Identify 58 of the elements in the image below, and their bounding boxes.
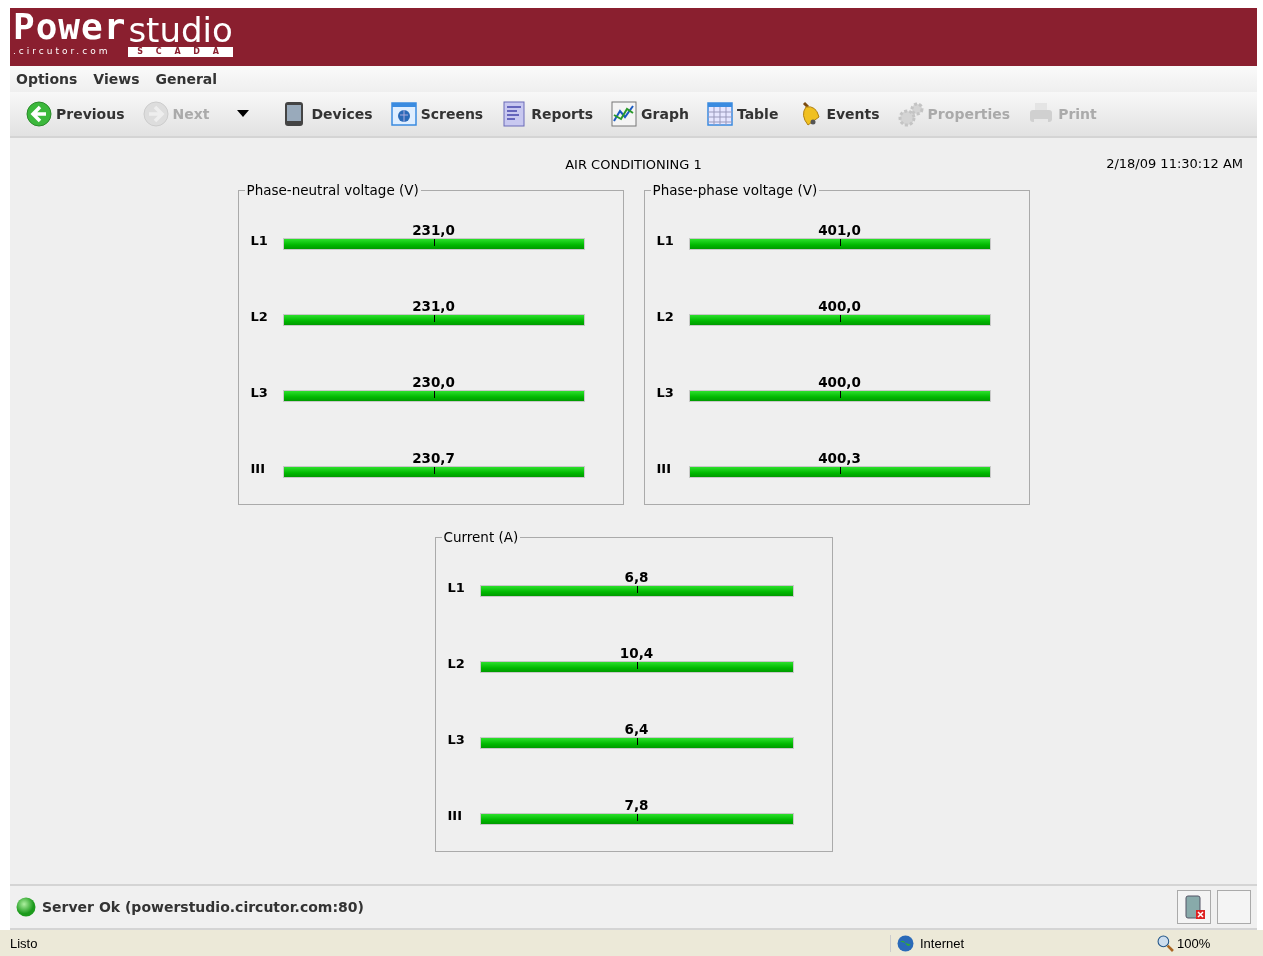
logo-text: Power bbox=[13, 9, 127, 45]
globe-window-icon bbox=[390, 101, 417, 127]
meter-reading: 400,0 bbox=[818, 374, 861, 390]
toolbar-button[interactable]: Graph bbox=[609, 99, 691, 129]
document-icon bbox=[501, 101, 528, 127]
status-slot bbox=[1217, 890, 1251, 924]
datetime: 2/18/09 11:30:12 AM bbox=[1106, 156, 1243, 171]
phase-label: L3 bbox=[447, 732, 466, 749]
screen-title: AIR CONDITIONING 1 bbox=[565, 156, 702, 172]
globe-icon bbox=[897, 934, 914, 952]
zoom-icon[interactable] bbox=[1157, 934, 1174, 952]
logo-subtext: .circutor.com bbox=[13, 45, 112, 57]
panel-title: Current (A) bbox=[442, 529, 520, 545]
menu-item[interactable]: General bbox=[155, 71, 218, 87]
phase-label: L1 bbox=[447, 580, 466, 597]
menu-item[interactable]: Options bbox=[16, 71, 78, 87]
meter-reading: 7,8 bbox=[624, 797, 649, 813]
caret-icon bbox=[237, 110, 250, 118]
panel-title: Phase-phase voltage (V) bbox=[651, 182, 819, 198]
meter-reading: 401,0 bbox=[818, 222, 861, 238]
phase-label: L2 bbox=[447, 656, 466, 673]
meter-reading: 6,8 bbox=[624, 569, 649, 585]
phase-label: III bbox=[656, 461, 672, 478]
phase-label: L1 bbox=[656, 233, 675, 250]
device-error-icon[interactable] bbox=[1177, 890, 1211, 924]
gears-icon bbox=[897, 101, 924, 127]
phase-label: III bbox=[447, 808, 463, 825]
phase-label: L2 bbox=[656, 309, 675, 326]
toolbar-button[interactable]: Reports bbox=[499, 99, 596, 129]
toolbar-button[interactable]: Devices bbox=[279, 99, 375, 129]
toolbar-button[interactable]: Events bbox=[794, 99, 882, 129]
meter-reading: 231,0 bbox=[412, 298, 455, 314]
toolbar-button[interactable]: Previous bbox=[24, 99, 127, 129]
meter-reading: 400,0 bbox=[818, 298, 861, 314]
toolbar-button[interactable]: Screens bbox=[388, 99, 486, 129]
meter-reading: 400,3 bbox=[818, 450, 861, 466]
status-light-icon bbox=[16, 897, 36, 917]
menu-item[interactable]: Views bbox=[93, 71, 140, 87]
browser-status-text: Listo bbox=[9, 935, 39, 951]
table-icon bbox=[706, 101, 733, 127]
phase-label: L3 bbox=[656, 385, 675, 402]
phase-label: L3 bbox=[250, 385, 269, 402]
zone-label: Internet bbox=[920, 935, 965, 951]
meter-reading: 231,0 bbox=[412, 222, 455, 238]
phase-label: L2 bbox=[250, 309, 269, 326]
meter-reading: 230,0 bbox=[412, 374, 455, 390]
logo-text: studio bbox=[128, 13, 233, 47]
line-chart-icon bbox=[611, 101, 638, 127]
server-status: Server Ok (powerstudio.circutor.com:80) bbox=[42, 899, 365, 915]
toolbar-button[interactable]: Table bbox=[704, 99, 781, 129]
meter-reading: 6,4 bbox=[624, 721, 649, 737]
panel-title: Phase-neutral voltage (V) bbox=[245, 182, 420, 198]
phase-label: L1 bbox=[250, 233, 269, 250]
logo-badge: S C A D A bbox=[128, 47, 233, 57]
phase-label: III bbox=[250, 461, 266, 478]
meter-reading: 230,7 bbox=[412, 450, 455, 466]
meter-reading: 10,4 bbox=[619, 645, 654, 661]
zoom-level[interactable]: 100% bbox=[1177, 935, 1211, 951]
